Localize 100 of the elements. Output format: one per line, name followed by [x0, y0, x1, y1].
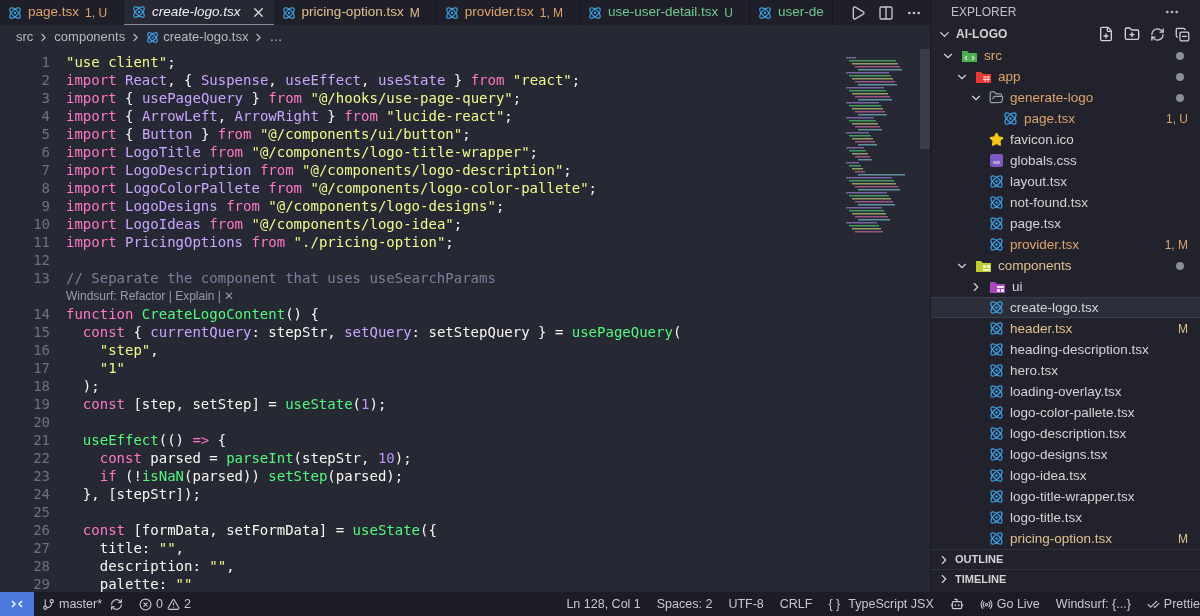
project-title[interactable]: AI-LOGO [956, 25, 1094, 44]
tree-item[interactable]: loading-overlay.tsx [931, 381, 1200, 403]
tree-item[interactable]: heading-description.tsx [931, 339, 1200, 361]
breadcrumb-item[interactable]: … [269, 27, 283, 47]
status-item[interactable]: Spaces: 2 [648, 594, 721, 614]
tree-item[interactable]: logo-title-wrapper.tsx [931, 486, 1200, 508]
tree-item[interactable]: logo-idea.tsx [931, 465, 1200, 487]
line-number: 3 [40, 88, 50, 108]
breadcrumb-item[interactable]: create-logo.tsx [163, 27, 249, 47]
file-name: components [998, 256, 1073, 275]
file-name: generate-logo [1010, 88, 1095, 107]
code-line: import LogoColorPallete from "@/components/logo-color-pallete"; [65, 178, 598, 198]
tree-item[interactable]: generate-logo [931, 87, 1200, 109]
line-number: 12 [32, 250, 50, 270]
tree-item[interactable]: components [931, 255, 1200, 277]
line-number: 23 [32, 466, 50, 486]
tab-label: provider.tsx [464, 3, 534, 22]
language-mode[interactable]: { } TypeScript JSX [820, 594, 942, 614]
tab-label: create-logo.tsx [152, 2, 241, 21]
editor-tab[interactable]: pricing-option.tsx M [273, 0, 437, 25]
tree-item[interactable]: layout.tsx [931, 171, 1200, 193]
file-name: hero.tsx [1010, 361, 1060, 380]
file-name: page.tsx [1024, 109, 1077, 128]
breadcrumb-item[interactable]: components [54, 27, 126, 47]
file-name: logo-designs.tsx [1010, 445, 1109, 464]
git-status-label: M [1178, 530, 1188, 548]
section-header[interactable]: OUTLINE [931, 549, 1200, 569]
line-number: 9 [40, 196, 50, 216]
code-line: import LogoIdeas from "@/components/logo-idea"; [65, 214, 463, 234]
code-line: const parsed = parseInt(stepStr, 10); [98, 448, 412, 468]
editor-tab[interactable]: provider.tsx 1, M [436, 0, 581, 25]
line-number: 13 [32, 268, 50, 288]
code-line: import PricingOptions from "./pricing-option"; [65, 232, 454, 252]
code-line: "step", [98, 340, 159, 360]
status-item[interactable]: Windsurf: {...} [1047, 594, 1139, 614]
code-line: ); [81, 376, 100, 396]
code-line: "use client"; [65, 52, 176, 72]
tree-item[interactable]: header.tsx M [931, 318, 1200, 340]
code-line: // Separate the component that uses useSearchParams [65, 268, 496, 288]
status-item[interactable]: UTF-8 [720, 594, 772, 614]
code-line: import { Button } from "@/components/ui/button"; [65, 124, 471, 144]
line-number: 15 [32, 322, 50, 342]
breadcrumb-item[interactable]: src [16, 27, 34, 47]
line-number: 22 [32, 448, 50, 468]
tree-item[interactable]: page.tsx [931, 213, 1200, 235]
file-name: logo-title.tsx [1010, 508, 1084, 527]
tree-item[interactable]: pricing-option.tsx M [931, 528, 1200, 550]
tab-label: use-user-detail.tsx [608, 3, 719, 22]
line-number: 1 [40, 52, 50, 72]
tree-item[interactable]: ui [931, 276, 1200, 298]
prettier-button[interactable]: Prettie [1138, 594, 1200, 614]
line-number: 18 [32, 376, 50, 396]
tree-item[interactable]: hero.tsx [931, 360, 1200, 382]
file-name: logo-idea.tsx [1010, 466, 1088, 485]
tree-item[interactable]: page.tsx 1, U [931, 108, 1200, 130]
line-number: 8 [40, 178, 50, 198]
tree-item[interactable]: provider.tsx 1, M [931, 234, 1200, 256]
problems-button[interactable]: 0 2 [135, 594, 195, 614]
line-number: 7 [40, 160, 50, 180]
tree-item[interactable]: globals.css [931, 150, 1200, 172]
status-item[interactable]: Ln 128, Col 1 [558, 594, 649, 614]
tree-item[interactable]: src [931, 45, 1200, 67]
branch-button[interactable]: master* [34, 594, 111, 614]
tab-label: user-de [778, 3, 824, 22]
git-status-label: 1, M [1164, 236, 1188, 254]
codelens-text[interactable]: Windsurf: Refactor | Explain | ✕ [66, 287, 235, 305]
go-live-button[interactable]: Go Live [971, 594, 1048, 614]
file-name: src [984, 46, 1003, 65]
tree-item[interactable]: favicon.ico [931, 129, 1200, 151]
tree-item[interactable]: app [931, 66, 1200, 88]
code-line: palette: "" [98, 574, 193, 594]
tree-item[interactable]: logo-designs.tsx [931, 444, 1200, 466]
line-number: 14 [32, 304, 50, 324]
error-count: 0 [156, 595, 164, 613]
file-name: logo-title-wrapper.tsx [1010, 487, 1136, 506]
tree-item[interactable]: not-found.tsx [931, 192, 1200, 214]
line-number: 4 [40, 106, 50, 126]
editor-tab[interactable]: user-de [750, 0, 833, 25]
tree-item[interactable]: logo-title.tsx [931, 507, 1200, 529]
tab-label: page.tsx [28, 3, 80, 22]
line-number: 25 [32, 502, 50, 522]
line-number: 19 [32, 394, 50, 414]
line-number: 16 [32, 340, 50, 360]
editor-tab[interactable]: use-user-detail.tsx U [580, 0, 750, 25]
code-line: const [step, setStep] = useState(1); [81, 394, 387, 414]
file-name: heading-description.tsx [1010, 340, 1150, 359]
git-status-label: 1, M [539, 4, 565, 22]
editor-tab[interactable]: create-logo.tsx [124, 0, 274, 25]
status-item[interactable]: CRLF [771, 594, 821, 614]
tree-item[interactable]: create-logo.tsx [931, 297, 1200, 319]
braces-glyph: { } [828, 595, 841, 613]
line-number: 26 [32, 520, 50, 540]
section-header[interactable]: TIMELINE [931, 568, 1200, 589]
file-name: loading-overlay.tsx [1010, 382, 1123, 401]
file-name: ui [1012, 277, 1024, 296]
tree-item[interactable]: logo-description.tsx [931, 423, 1200, 445]
explorer-title: EXPLORER [951, 3, 1017, 21]
tree-item[interactable]: logo-color-pallete.tsx [931, 402, 1200, 424]
file-name: favicon.ico [1010, 130, 1075, 149]
code-line: title: "", [98, 538, 184, 558]
